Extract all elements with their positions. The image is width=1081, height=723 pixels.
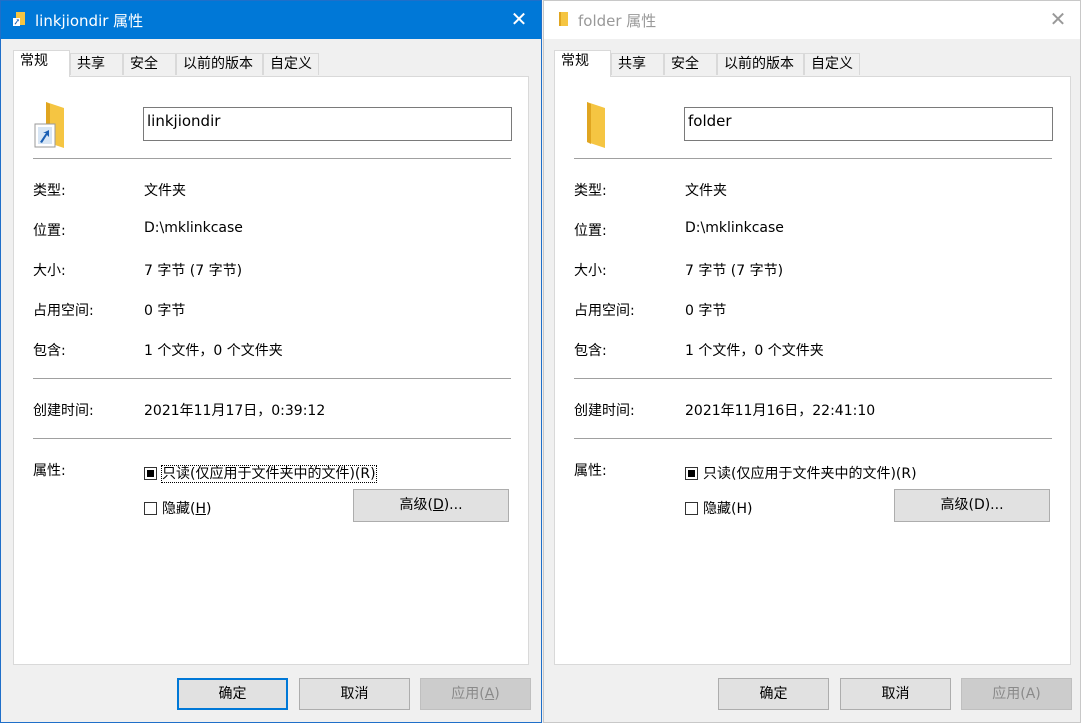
- tab-security[interactable]: 安全: [664, 53, 717, 75]
- close-icon[interactable]: ✕: [507, 7, 531, 31]
- type-value: 文件夹: [144, 183, 186, 199]
- folder-icon: [559, 12, 568, 26]
- properties-dialog-linkjiondir: linkjiondir 属性 ✕ 常规 共享 安全 以前的版本 自定义 link…: [0, 0, 542, 723]
- divider: [574, 378, 1052, 379]
- advanced-button[interactable]: 高级(D)...: [894, 489, 1050, 522]
- advanced-button[interactable]: 高级(D)...: [353, 489, 509, 522]
- apply-button[interactable]: 应用(A): [961, 678, 1072, 710]
- size-on-disk-value: 0 字节: [685, 303, 727, 319]
- contains-label: 包含:: [574, 343, 607, 359]
- tab-general[interactable]: 常规: [554, 50, 611, 77]
- general-panel: linkjiondir 类型: 文件夹 位置: D:\mklinkcase 大小…: [13, 76, 529, 665]
- checkbox-icon: [144, 502, 157, 515]
- tab-customize[interactable]: 自定义: [804, 53, 860, 75]
- size-on-disk-label: 占用空间:: [33, 303, 94, 319]
- readonly-checkbox[interactable]: 只读(仅应用于文件夹中的文件)(R): [144, 463, 377, 483]
- divider: [33, 158, 511, 159]
- checkbox-icon: [685, 502, 698, 515]
- hidden-label: 隐藏(H): [162, 501, 212, 517]
- tab-previous-versions[interactable]: 以前的版本: [717, 53, 804, 75]
- folder-icon: [587, 102, 605, 148]
- divider: [574, 438, 1052, 439]
- apply-button[interactable]: 应用(A): [420, 678, 531, 710]
- location-value: D:\mklinkcase: [685, 220, 784, 236]
- hidden-checkbox[interactable]: 隐藏(H): [685, 498, 752, 518]
- contains-label: 包含:: [33, 343, 66, 359]
- created-value: 2021年11月17日，0:39:12: [144, 403, 326, 419]
- attributes-label: 属性:: [33, 463, 66, 479]
- tab-sharing[interactable]: 共享: [611, 53, 664, 75]
- checkbox-indeterminate-icon: [685, 467, 698, 480]
- size-label: 大小:: [574, 263, 607, 279]
- size-value: 7 字节 (7 字节): [685, 263, 784, 279]
- title-bar[interactable]: folder 属性 ✕: [544, 1, 1080, 39]
- created-label: 创建时间:: [574, 403, 635, 419]
- divider: [574, 158, 1052, 159]
- readonly-label: 只读(仅应用于文件夹中的文件)(R): [161, 465, 377, 483]
- type-value: 文件夹: [685, 183, 727, 199]
- ok-button[interactable]: 确定: [718, 678, 829, 710]
- cancel-button[interactable]: 取消: [299, 678, 410, 710]
- window-title: folder 属性: [578, 12, 657, 30]
- type-label: 类型:: [574, 183, 607, 199]
- tab-customize[interactable]: 自定义: [263, 53, 319, 75]
- attributes-label: 属性:: [574, 463, 607, 479]
- cancel-button[interactable]: 取消: [840, 678, 951, 710]
- location-label: 位置:: [33, 223, 66, 239]
- close-icon[interactable]: ✕: [1046, 7, 1070, 31]
- general-panel: folder 类型: 文件夹 位置: D:\mklinkcase 大小: 7 字…: [554, 76, 1071, 665]
- ok-button[interactable]: 确定: [177, 678, 288, 710]
- checkbox-indeterminate-icon: [144, 467, 157, 480]
- readonly-checkbox[interactable]: 只读(仅应用于文件夹中的文件)(R): [685, 463, 917, 483]
- tab-security[interactable]: 安全: [123, 53, 176, 75]
- location-value: D:\mklinkcase: [144, 220, 243, 236]
- hidden-label: 隐藏(H): [703, 501, 753, 517]
- size-label: 大小:: [33, 263, 66, 279]
- contains-value: 1 个文件，0 个文件夹: [144, 343, 283, 359]
- type-label: 类型:: [33, 183, 66, 199]
- folder-shortcut-icon: [13, 12, 25, 26]
- window-title: linkjiondir 属性: [35, 12, 144, 30]
- title-bar[interactable]: linkjiondir 属性 ✕: [1, 1, 541, 39]
- contains-value: 1 个文件，0 个文件夹: [685, 343, 824, 359]
- created-label: 创建时间:: [33, 403, 94, 419]
- size-on-disk-value: 0 字节: [144, 303, 186, 319]
- tab-sharing[interactable]: 共享: [70, 53, 123, 75]
- size-on-disk-label: 占用空间:: [574, 303, 635, 319]
- name-input[interactable]: linkjiondir: [143, 107, 512, 141]
- size-value: 7 字节 (7 字节): [144, 263, 243, 279]
- divider: [33, 378, 511, 379]
- location-label: 位置:: [574, 223, 607, 239]
- hidden-checkbox[interactable]: 隐藏(H): [144, 498, 211, 518]
- readonly-label: 只读(仅应用于文件夹中的文件)(R): [703, 466, 917, 482]
- divider: [33, 438, 511, 439]
- tab-previous-versions[interactable]: 以前的版本: [176, 53, 263, 75]
- folder-shortcut-icon: [34, 102, 64, 148]
- tab-general[interactable]: 常规: [13, 50, 70, 77]
- created-value: 2021年11月16日，22:41:10: [685, 403, 876, 419]
- name-input[interactable]: folder: [684, 107, 1053, 141]
- properties-dialog-folder: folder 属性 ✕ 常规 共享 安全 以前的版本 自定义 folder 类型…: [543, 0, 1081, 723]
